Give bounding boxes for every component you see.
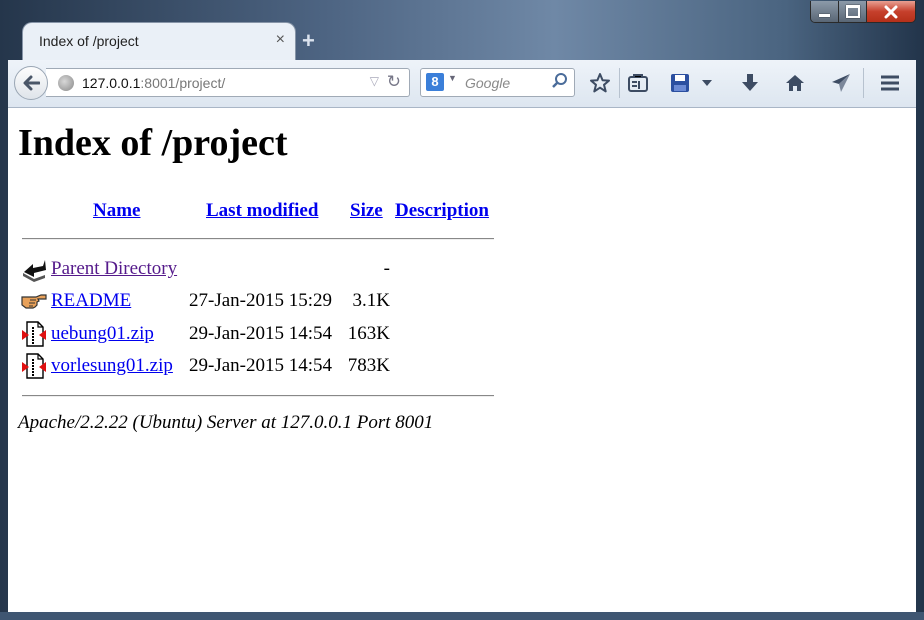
column-header-size[interactable]: Size (350, 200, 383, 222)
globe-icon (58, 75, 74, 91)
url-text[interactable]: 127.0.0.1:8001/project/ (82, 75, 225, 91)
search-engine-dropdown-icon[interactable]: ▼ (448, 73, 457, 83)
file-link-parent-directory[interactable]: Parent Directory (51, 258, 177, 280)
new-tab-button[interactable]: + (302, 28, 315, 54)
hand-icon (21, 294, 47, 309)
minimize-button[interactable] (811, 1, 838, 22)
search-input[interactable]: Google (465, 75, 510, 91)
maximize-button[interactable] (838, 1, 866, 22)
file-size: 783K (347, 355, 390, 376)
file-link-uebung01[interactable]: uebung01.zip (51, 323, 154, 345)
zip-file-icon (22, 321, 46, 347)
back-button[interactable] (14, 66, 48, 100)
url-path: :8001/project/ (140, 75, 226, 91)
dropdown-icon[interactable]: ▽ (370, 74, 379, 88)
file-date: 27-Jan-2015 15:29 (189, 290, 333, 311)
browser-window-frame: Index of /project × + 127.0.0.1:8001/pro… (0, 0, 924, 620)
column-header-description[interactable]: Description (395, 200, 489, 222)
window-controls (810, 1, 916, 23)
file-link-readme[interactable]: README (51, 290, 131, 312)
toolbar-separator (619, 68, 620, 98)
minimize-icon (819, 13, 830, 17)
url-host: 127.0.0.1 (82, 75, 141, 91)
window-bottom-border (0, 612, 924, 620)
file-size: - (383, 258, 390, 279)
download-icon[interactable] (737, 70, 763, 96)
header-divider (22, 238, 494, 240)
home-icon[interactable] (782, 70, 808, 96)
column-header-name[interactable]: Name (93, 200, 140, 222)
save-icon[interactable] (667, 70, 693, 96)
reload-icon[interactable]: ↻ (387, 72, 401, 92)
toolbar-separator (863, 68, 864, 98)
google-icon[interactable]: 8 (426, 73, 444, 91)
close-window-button[interactable] (866, 1, 915, 22)
server-signature: Apache/2.2.22 (Ubuntu) Server at 127.0.0… (18, 412, 434, 433)
column-header-last-modified[interactable]: Last modified (206, 200, 318, 222)
back-icon (23, 75, 40, 91)
file-link-vorlesung01[interactable]: vorlesung01.zip (51, 355, 173, 377)
file-date: 29-Jan-2015 14:54 (189, 355, 333, 376)
send-icon[interactable] (828, 70, 854, 96)
navigation-toolbar: 127.0.0.1:8001/project/ ▽ ↻ 8 ▼ Google (8, 60, 916, 108)
page-content: Index of /project Name Last modified Siz… (8, 108, 916, 612)
url-bar[interactable]: 127.0.0.1:8001/project/ ▽ ↻ (46, 68, 410, 97)
file-date: 29-Jan-2015 14:54 (189, 323, 333, 344)
tab-title: Index of /project (39, 33, 139, 49)
tab-active[interactable]: Index of /project × (22, 22, 296, 60)
chevron-down-icon[interactable] (700, 70, 714, 96)
file-size: 163K (347, 323, 390, 344)
search-icon[interactable] (552, 72, 568, 92)
reading-list-icon[interactable] (625, 70, 651, 96)
zip-file-icon (22, 353, 46, 379)
file-size: 3.1K (352, 290, 390, 311)
close-icon (884, 5, 898, 18)
bookmark-star-icon[interactable] (587, 70, 613, 96)
search-bar[interactable]: 8 ▼ Google (420, 68, 575, 97)
tab-strip: Index of /project × + (8, 22, 916, 60)
tab-close-icon[interactable]: × (276, 31, 285, 49)
maximize-icon (845, 5, 860, 18)
footer-divider (22, 395, 494, 397)
back-folder-icon (23, 260, 46, 282)
menu-icon[interactable] (877, 70, 903, 96)
page-title: Index of /project (18, 122, 288, 164)
